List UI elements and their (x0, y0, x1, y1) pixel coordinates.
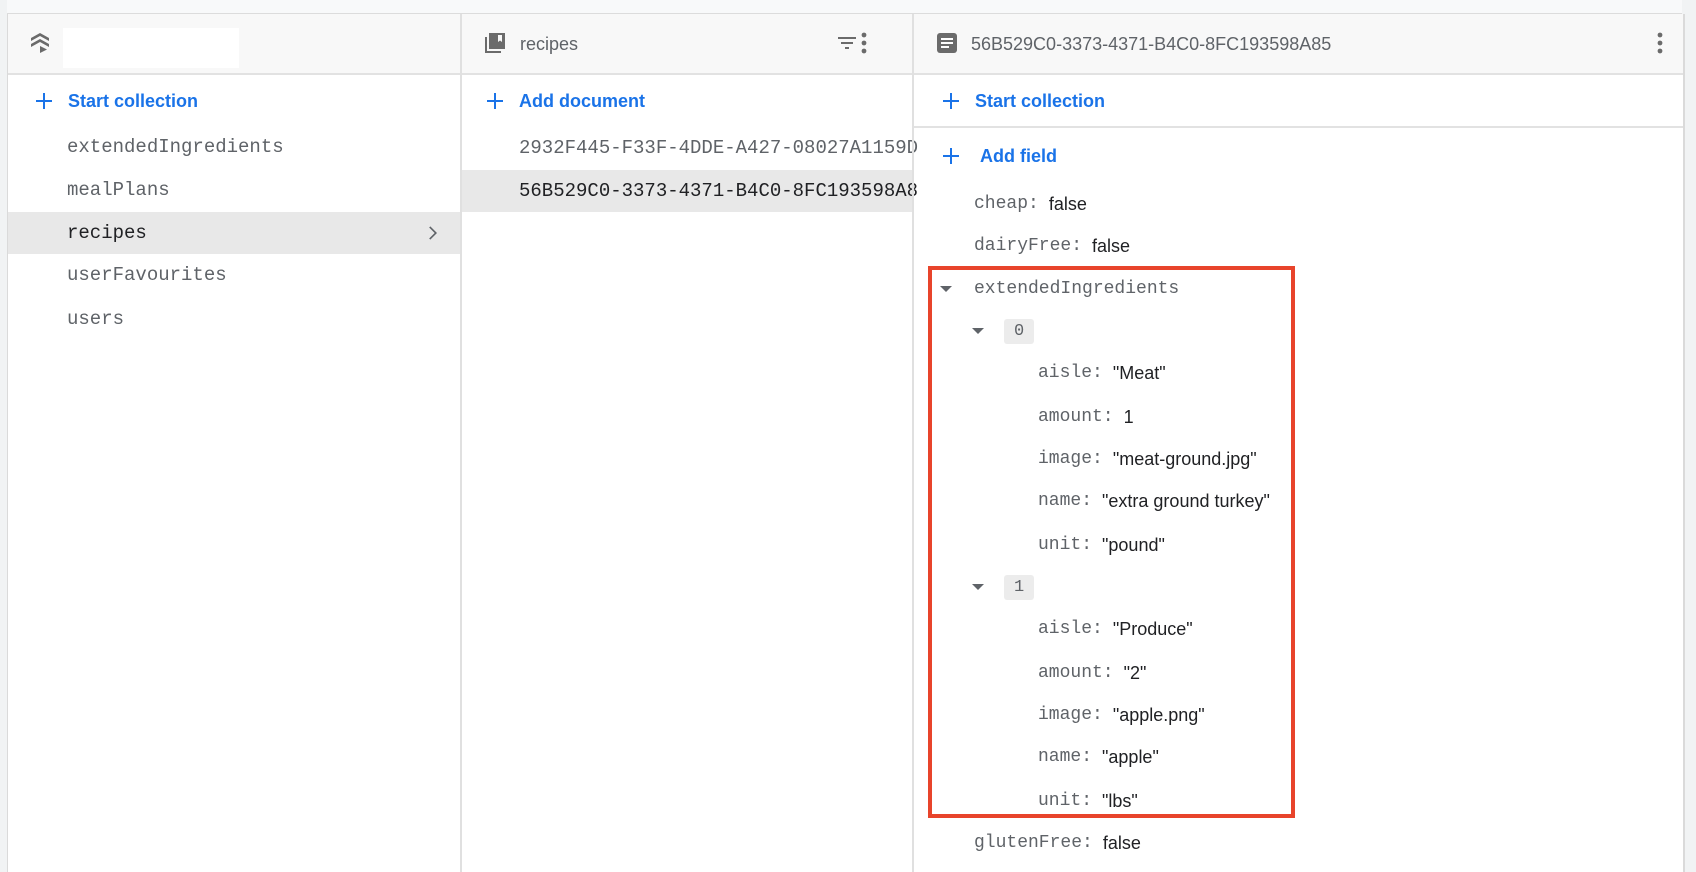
field-value: false (1048, 193, 1087, 214)
field-key: amount: (1038, 663, 1114, 683)
array-index: 0 (1004, 318, 1035, 344)
field-row-extendedIngredients[interactable]: extendedIngredients (914, 269, 1683, 309)
field-value: 1 (1123, 406, 1134, 427)
plus-icon (943, 148, 959, 164)
firestore-stack-icon (31, 33, 49, 53)
field-value: false (1092, 235, 1131, 256)
field-row[interactable]: image: "apple.png" (914, 695, 1683, 735)
start-subcollection-button[interactable]: Start collection (914, 74, 1683, 128)
collection-panel: recipes Add document 2932F445-F33F-4DDE-… (460, 14, 918, 872)
field-row[interactable]: aisle: "Produce" (914, 609, 1683, 649)
collection-item-mealPlans[interactable]: mealPlans (8, 169, 460, 211)
top-strip (7, 0, 1682, 14)
collection-item-recipes[interactable]: recipes (8, 212, 460, 254)
collection-label: extendedIngredients (67, 136, 284, 158)
field-value: "Produce" (1112, 618, 1193, 639)
filter-icon[interactable] (835, 31, 859, 55)
field-key: extendedIngredients (974, 279, 1180, 299)
start-collection-button[interactable]: Start collection (8, 74, 460, 128)
collapse-arrow-icon[interactable] (940, 286, 952, 292)
array-item-0[interactable]: 0 (914, 311, 1683, 351)
field-row[interactable]: amount: 1 (914, 397, 1683, 437)
field-key: unit: (1038, 791, 1093, 811)
field-key: amount: (1038, 407, 1114, 427)
collapse-arrow-icon[interactable] (972, 584, 984, 590)
document-panel: 56B529C0-3373-4371-B4C0-8FC193598A85 Sta… (912, 14, 1683, 872)
field-row[interactable]: amount: "2" (914, 653, 1683, 693)
field-value: "pound" (1102, 534, 1165, 555)
field-row-glutenFree[interactable]: glutenFree: false (914, 823, 1683, 863)
field-value: "Meat" (1112, 362, 1166, 383)
more-vert-icon[interactable] (861, 31, 867, 55)
field-key: aisle: (1038, 619, 1103, 639)
field-key: image: (1038, 449, 1103, 469)
collection-item-extendedIngredients[interactable]: extendedIngredients (8, 126, 460, 168)
field-value: "2" (1123, 662, 1147, 683)
document-title: 56B529C0-3373-4371-B4C0-8FC193598A85 (971, 34, 1332, 54)
field-value: "apple" (1102, 746, 1159, 767)
add-field-button[interactable]: Add field (914, 129, 1683, 183)
field-value: "apple.png" (1112, 704, 1205, 725)
collection-panel-header: recipes (462, 14, 913, 75)
more-vert-icon[interactable] (1657, 31, 1663, 55)
collection-item-users[interactable]: users (8, 298, 460, 340)
field-key: image: (1038, 705, 1103, 725)
field-row[interactable]: image: "meat-ground.jpg" (914, 439, 1683, 479)
field-row-dairyFree[interactable]: dairyFree: false (914, 226, 1683, 266)
array-index: 1 (1004, 574, 1035, 600)
collection-label: mealPlans (67, 179, 170, 201)
field-row[interactable]: name: "apple" (914, 737, 1683, 777)
array-item-1[interactable]: 1 (914, 567, 1683, 607)
field-value: "lbs" (1102, 790, 1138, 811)
field-row[interactable]: unit: "lbs" (914, 781, 1683, 821)
divider (914, 126, 1683, 128)
document-item-selected[interactable]: 56B529C0-3373-4371-B4C0-8FC193598A8 (462, 170, 918, 212)
field-key: name: (1038, 491, 1093, 511)
field-row[interactable]: aisle: "Meat" (914, 353, 1683, 393)
field-row-cheap[interactable]: cheap: false (914, 184, 1683, 224)
add-field-label: Add field (980, 145, 1057, 166)
field-key: name: (1038, 747, 1093, 767)
field-key: glutenFree: (974, 833, 1093, 853)
document-icon (937, 33, 957, 53)
document-id: 2932F445-F33F-4DDE-A427-08027A1159D (519, 137, 919, 159)
chevron-right-icon (429, 226, 437, 240)
plus-icon (36, 93, 52, 109)
collapse-arrow-icon[interactable] (972, 328, 984, 334)
project-name-field (63, 28, 239, 68)
add-document-button[interactable]: Add document (462, 74, 913, 128)
root-panel-header (8, 14, 460, 75)
field-row[interactable]: unit: "pound" (914, 525, 1683, 565)
plus-icon (487, 93, 503, 109)
firestore-data-viewer: Start collection extendedIngredients mea… (7, 14, 1685, 872)
field-key: cheap: (974, 194, 1039, 214)
document-item[interactable]: 2932F445-F33F-4DDE-A427-08027A1159D (462, 127, 918, 169)
collection-label: recipes (67, 222, 147, 244)
field-value: false (1102, 832, 1141, 853)
root-panel: Start collection extendedIngredients mea… (8, 14, 460, 872)
start-collection-label: Start collection (975, 90, 1106, 111)
field-key: aisle: (1038, 363, 1103, 383)
collection-label: users (67, 308, 125, 330)
field-value: "meat-ground.jpg" (1112, 448, 1257, 469)
field-key: dairyFree: (974, 236, 1083, 256)
collection-icon (485, 33, 505, 53)
collection-item-userFavourites[interactable]: userFavourites (8, 254, 460, 296)
collection-label: userFavourites (67, 264, 227, 286)
document-panel-header: 56B529C0-3373-4371-B4C0-8FC193598A85 (914, 14, 1683, 75)
field-row[interactable]: name: "extra ground turkey" (914, 481, 1683, 521)
add-document-label: Add document (519, 90, 645, 111)
start-collection-label: Start collection (68, 90, 199, 111)
document-id: 56B529C0-3373-4371-B4C0-8FC193598A8 (519, 180, 919, 202)
plus-icon (943, 93, 959, 109)
field-value: "extra ground turkey" (1102, 490, 1270, 511)
collection-title: recipes (520, 34, 579, 54)
field-key: unit: (1038, 535, 1093, 555)
